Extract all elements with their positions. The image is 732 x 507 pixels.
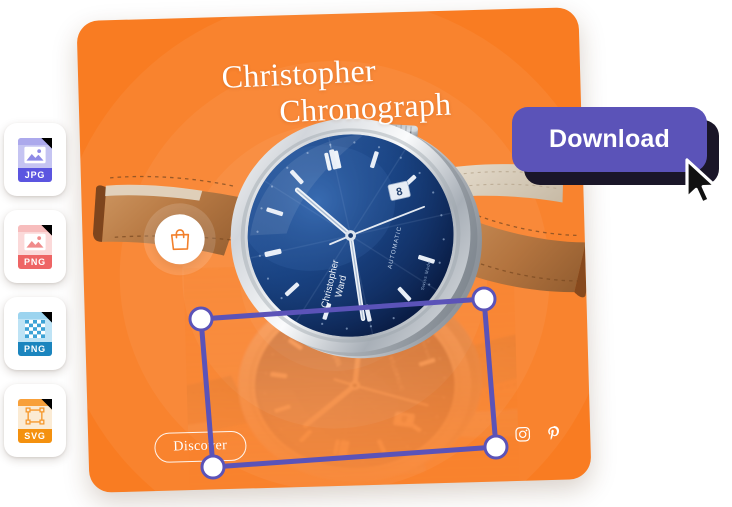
handle-bottom-left[interactable]: [200, 454, 226, 480]
file-format-label: SVG: [18, 428, 52, 443]
file-thumbnail: [23, 406, 47, 425]
download-button[interactable]: Download: [512, 107, 707, 172]
handle-top-left[interactable]: [188, 306, 214, 332]
file-thumbnail: [23, 233, 47, 251]
mouse-cursor-arrow-icon: [685, 158, 718, 205]
export-format-card[interactable]: PNG: [4, 210, 66, 283]
vector-file-icon: SVG: [18, 398, 52, 443]
transparent-image-file-icon: PNG: [18, 311, 52, 356]
handle-top-right[interactable]: [471, 286, 497, 312]
selection-handles: [0, 0, 732, 507]
export-format-rail: JPG PNG PNG SVG: [4, 123, 66, 457]
handle-bottom-right[interactable]: [483, 434, 509, 460]
file-format-label: PNG: [18, 254, 52, 269]
image-file-icon: JPG: [18, 137, 52, 182]
export-format-card[interactable]: SVG: [4, 384, 66, 457]
file-thumbnail: [23, 319, 47, 338]
file-format-label: PNG: [18, 341, 52, 356]
export-format-card[interactable]: JPG: [4, 123, 66, 196]
file-format-label: JPG: [18, 167, 52, 182]
image-file-icon: PNG: [18, 224, 52, 269]
file-thumbnail: [23, 146, 47, 164]
export-format-card[interactable]: PNG: [4, 297, 66, 370]
